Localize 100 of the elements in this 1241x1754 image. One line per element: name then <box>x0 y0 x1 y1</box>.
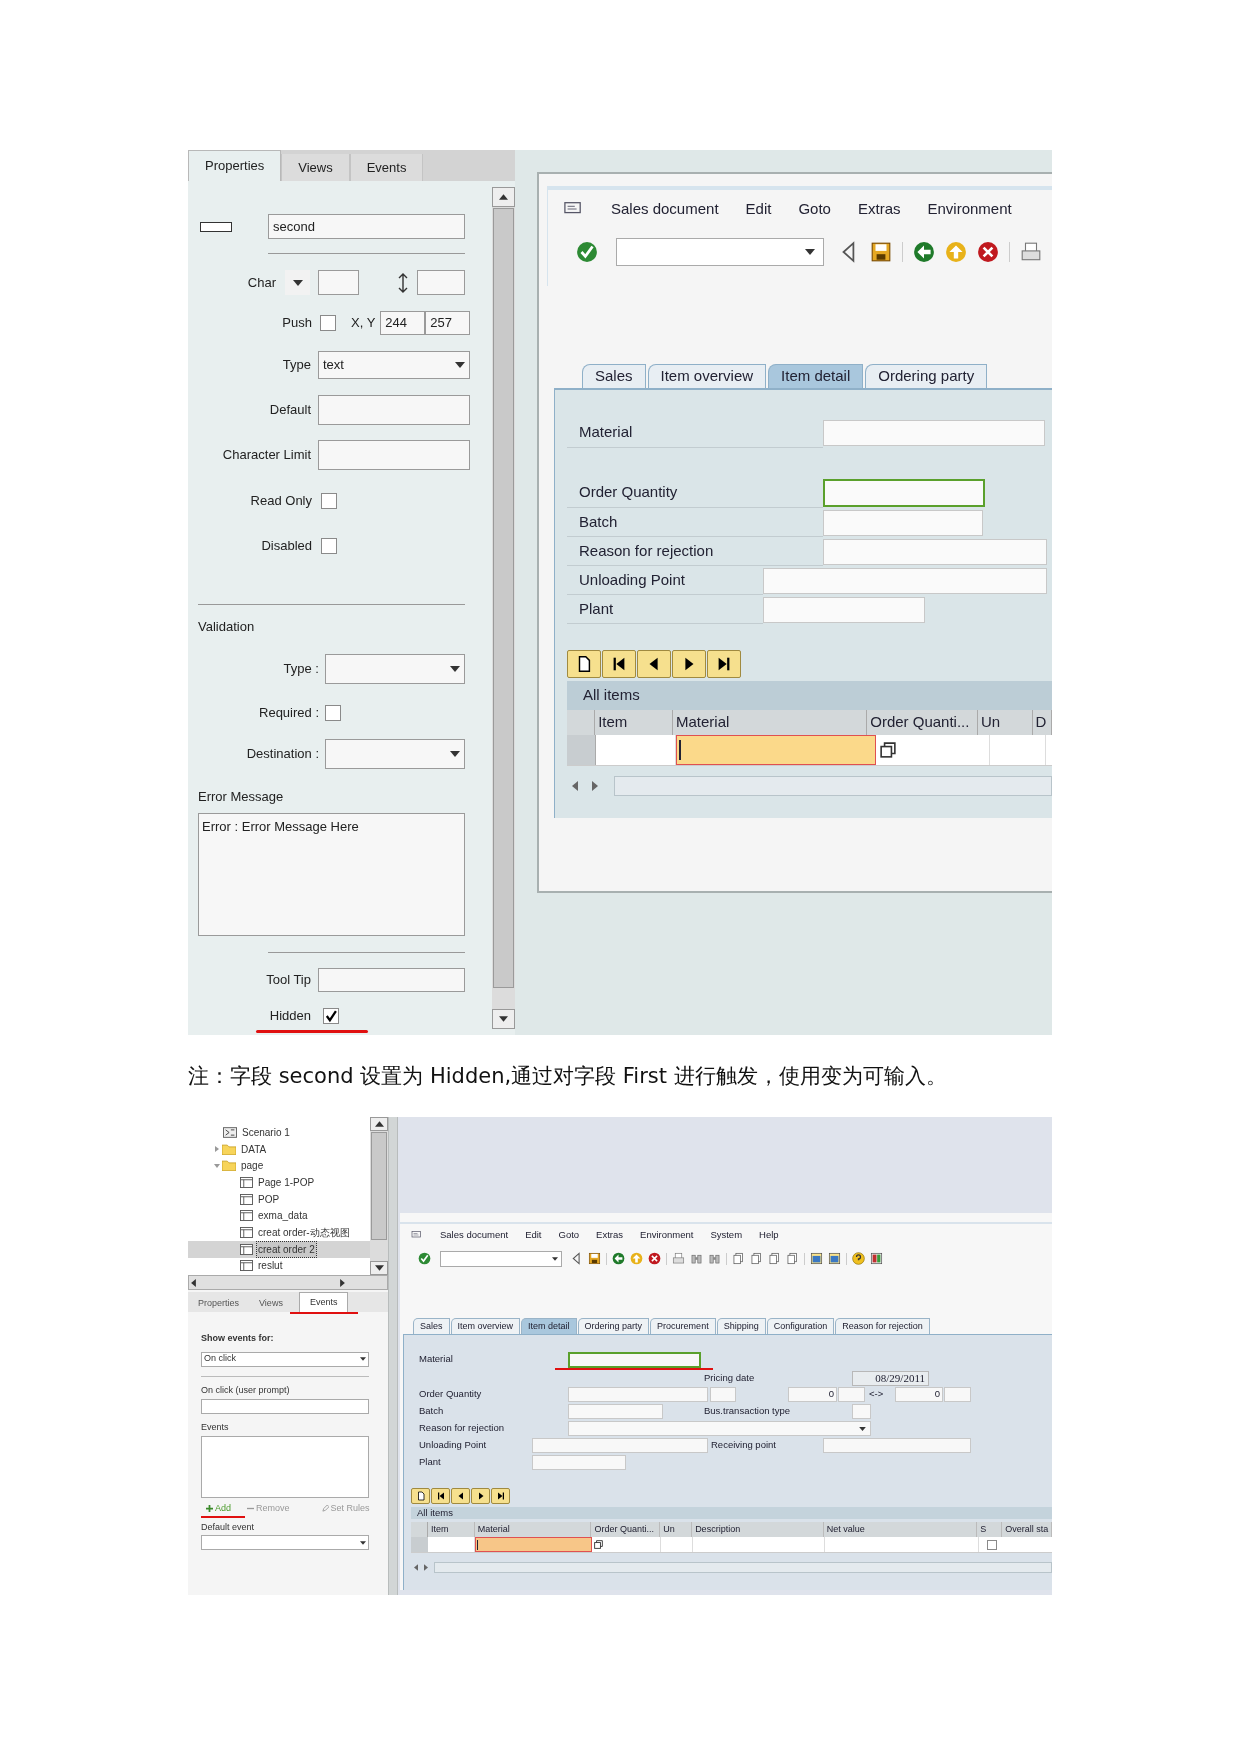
tab[interactable]: Views <box>249 1295 293 1312</box>
tab[interactable]: Configuration <box>766 1318 835 1334</box>
input-field[interactable] <box>201 1399 369 1414</box>
input-field[interactable] <box>823 479 985 507</box>
list-box[interactable] <box>201 1435 369 1498</box>
tab[interactable]: Item detail <box>768 364 864 388</box>
checkmark-icon[interactable] <box>418 1252 431 1265</box>
input-field[interactable]: 0 <box>895 1387 943 1402</box>
tree-item[interactable]: exma_data <box>257 1208 309 1224</box>
input-field[interactable] <box>823 538 1047 565</box>
binoculars-icon[interactable] <box>690 1252 703 1265</box>
printer-icon[interactable] <box>672 1252 685 1265</box>
first-button[interactable] <box>602 650 636 678</box>
last-button[interactable] <box>491 1488 510 1504</box>
scroll-left-icon[interactable] <box>572 781 578 791</box>
input-field[interactable] <box>532 1455 626 1470</box>
menu-item[interactable]: System <box>710 1227 743 1243</box>
last-button[interactable] <box>707 650 741 678</box>
binoculars-icon[interactable] <box>708 1252 721 1265</box>
cancel-icon[interactable] <box>648 1252 661 1265</box>
layout-icon[interactable] <box>870 1252 883 1265</box>
checkbox[interactable] <box>321 538 337 554</box>
new-page-button[interactable] <box>411 1488 430 1504</box>
scrollbar[interactable] <box>492 187 515 1029</box>
input-field[interactable] <box>318 270 359 295</box>
horizontal-scrollbar[interactable] <box>614 776 1052 796</box>
copy-icon[interactable] <box>880 742 896 758</box>
new-page-button[interactable] <box>567 650 601 678</box>
menu-item[interactable]: Extras <box>857 197 901 221</box>
tab[interactable]: Properties <box>188 150 282 181</box>
pages-icon[interactable] <box>768 1252 781 1265</box>
menu-item[interactable]: Sales document <box>611 197 719 221</box>
input-field[interactable] <box>568 1351 701 1368</box>
tab[interactable]: Properties <box>188 1295 250 1312</box>
scroll-left-icon[interactable] <box>414 1563 418 1571</box>
input-field[interactable]: 0 <box>788 1387 837 1402</box>
input-field[interactable] <box>710 1387 736 1402</box>
scroll-right-icon[interactable] <box>592 781 598 791</box>
menu-item[interactable]: Extras <box>596 1227 624 1243</box>
cancel-icon[interactable] <box>977 241 999 263</box>
tab[interactable]: Sales <box>413 1318 450 1334</box>
scroll-right-icon[interactable] <box>424 1563 428 1571</box>
input-field[interactable]: second <box>268 214 465 239</box>
scroll-down-icon[interactable] <box>374 1265 384 1271</box>
menu-item[interactable]: Help <box>759 1227 779 1243</box>
checkbox[interactable] <box>325 705 341 721</box>
input-field[interactable]: 08/29/2011 <box>852 1370 929 1386</box>
input-field[interactable] <box>838 1387 865 1402</box>
next-button[interactable] <box>471 1488 490 1504</box>
tab[interactable]: Item overview <box>450 1318 521 1334</box>
input-field[interactable] <box>852 1404 871 1419</box>
checkbox[interactable] <box>986 1539 997 1550</box>
next-button[interactable] <box>672 650 706 678</box>
tab[interactable]: Procurement <box>650 1318 716 1334</box>
tree-item[interactable]: creat order-动态视图 <box>257 1224 351 1240</box>
menu-item[interactable]: Edit <box>525 1227 542 1243</box>
tab[interactable]: Ordering party <box>577 1318 650 1334</box>
tree-item[interactable]: creat order 2 <box>257 1241 316 1257</box>
tab[interactable]: Events <box>349 154 424 181</box>
input-field[interactable] <box>823 1438 971 1453</box>
dropdown[interactable]: On click <box>201 1351 369 1367</box>
menu-item[interactable]: Edit <box>745 197 772 221</box>
scroll-left-icon[interactable] <box>191 1278 196 1287</box>
input-field[interactable] <box>417 270 465 295</box>
tab[interactable]: Events <box>298 1292 349 1312</box>
printer-icon[interactable] <box>1020 241 1042 263</box>
input-field[interactable] <box>823 420 1045 446</box>
tree-item[interactable]: page <box>240 1158 265 1174</box>
input-field[interactable] <box>568 1404 663 1419</box>
tree-item[interactable]: DATA <box>240 1141 268 1157</box>
input-field[interactable] <box>568 1387 708 1402</box>
scroll-up-icon[interactable] <box>374 1121 384 1127</box>
copy-icon[interactable] <box>594 1540 603 1549</box>
command-field[interactable] <box>616 238 824 266</box>
horizontal-scrollbar[interactable] <box>188 1275 388 1290</box>
input-field[interactable] <box>823 509 983 536</box>
tab[interactable]: Ordering party <box>865 364 988 388</box>
tab[interactable]: Reason for rejection <box>835 1318 930 1334</box>
command-field[interactable] <box>440 1250 562 1267</box>
checkbox[interactable] <box>321 493 337 509</box>
pages-icon[interactable] <box>732 1252 745 1265</box>
menu-item[interactable]: Environment <box>927 197 1012 221</box>
menu-item[interactable]: Environment <box>640 1227 694 1243</box>
scroll-right-icon[interactable] <box>340 1278 345 1287</box>
help-icon[interactable] <box>852 1252 865 1265</box>
input-field[interactable]: 244 <box>380 311 426 335</box>
scroll-down-icon[interactable] <box>499 1016 508 1022</box>
tree-item[interactable]: POP <box>257 1191 281 1207</box>
menu-icon[interactable] <box>410 1230 423 1240</box>
input-field[interactable] <box>676 735 876 765</box>
menu-item[interactable]: Goto <box>558 1227 580 1243</box>
menu-item[interactable]: Goto <box>798 197 831 221</box>
input-field[interactable] <box>763 567 1047 594</box>
menu-item[interactable]: Sales document <box>440 1227 509 1243</box>
arrow-up-icon[interactable] <box>630 1252 643 1265</box>
window-icon[interactable] <box>828 1252 841 1265</box>
arrow-up-icon[interactable] <box>945 241 967 263</box>
arrow-left-icon[interactable] <box>913 241 935 263</box>
window-icon[interactable] <box>810 1252 823 1265</box>
input-field[interactable]: 257 <box>425 311 471 335</box>
